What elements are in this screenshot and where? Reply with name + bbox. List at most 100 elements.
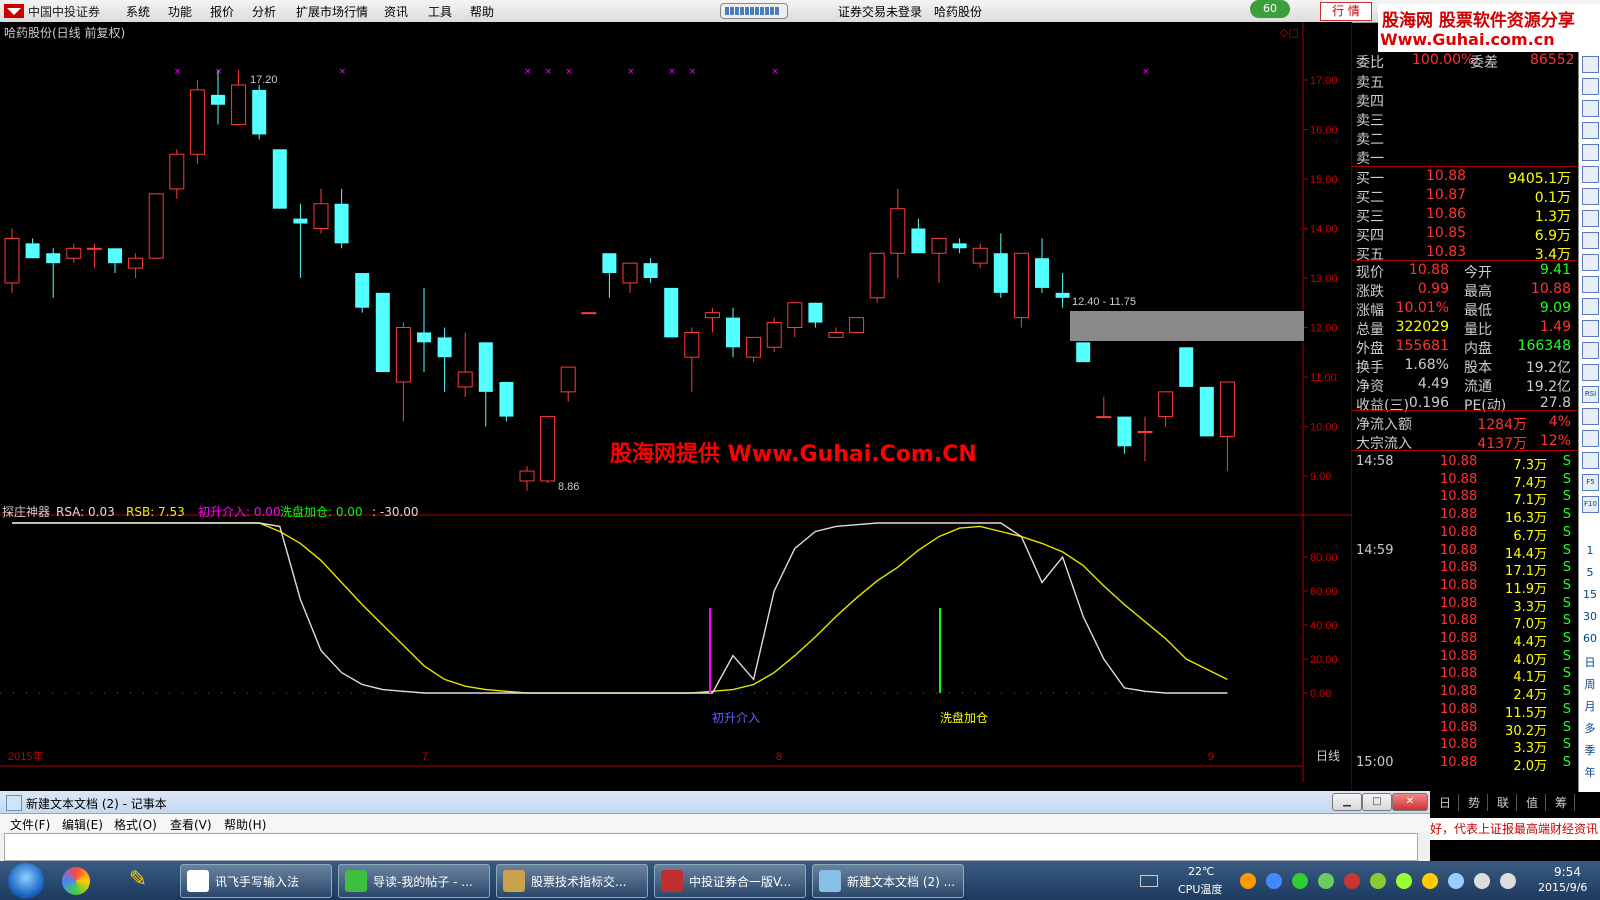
speed-badge[interactable]: 60	[1250, 0, 1290, 18]
sell-level-row[interactable]: 卖五	[1352, 72, 1577, 91]
menu-item-system[interactable]: 系统	[126, 3, 150, 20]
period-label[interactable]: 日线	[1316, 749, 1340, 763]
maximize-button[interactable]: □	[1362, 793, 1392, 811]
toolbar-tool-icon[interactable]	[1582, 56, 1599, 73]
toolbar-tool-icon[interactable]	[1582, 320, 1599, 337]
period-shortcut[interactable]: 多	[1581, 720, 1599, 736]
np-menu-view[interactable]: 查看(V)	[170, 816, 212, 833]
toolbar-tool-icon[interactable]	[1582, 122, 1599, 139]
tick-volume: 2.0万	[1513, 758, 1547, 774]
taskbar-window-button[interactable]: 导读-我的帖子 - ...	[338, 864, 490, 898]
menu-item-extended-market[interactable]: 扩展市场行情	[296, 3, 368, 20]
kline-chart[interactable]: 17.00 16.00 15.00 14.00 13.00 12.00 11.00 10.00…	[0, 22, 1352, 792]
toolbar-tool-icon[interactable]	[1582, 210, 1599, 227]
period-shortcut[interactable]: 60	[1581, 632, 1599, 645]
tick-side: S	[1562, 489, 1571, 505]
clock-date[interactable]: 2015/9/6	[1538, 881, 1587, 894]
menu-item-news[interactable]: 资讯	[384, 3, 408, 20]
toolbar-f5-label[interactable]: F5	[1582, 474, 1599, 491]
keyboard-icon[interactable]	[1140, 875, 1158, 887]
np-menu-edit[interactable]: 编辑(E)	[62, 816, 103, 833]
np-menu-help[interactable]: 帮助(H)	[224, 816, 266, 833]
toolbar-tool-icon[interactable]	[1582, 342, 1599, 359]
tab-link[interactable]: 联	[1490, 794, 1517, 811]
menu-item-help[interactable]: 帮助	[470, 3, 494, 20]
period-shortcut[interactable]: 日	[1581, 654, 1599, 670]
tray-app-icon[interactable]	[1448, 873, 1464, 889]
news-ticker[interactable]: 好，代表上证报最高端财经资讯	[1430, 818, 1600, 840]
toolbar-tool-icon[interactable]	[1582, 298, 1599, 315]
minimize-button[interactable]: ▁	[1332, 793, 1362, 811]
taskbar-window-button[interactable]: 讯飞手写输入法	[180, 864, 332, 898]
period-shortcut[interactable]: 年	[1581, 764, 1599, 780]
tick-volume: 7.3万	[1513, 458, 1547, 473]
buy-level-row[interactable]: 买四 10.85 6.9万	[1352, 225, 1577, 244]
toolbar-tool-icon[interactable]	[1582, 408, 1599, 425]
start-button[interactable]	[8, 863, 44, 899]
tick-time: 14:59	[1356, 542, 1394, 558]
tab-value[interactable]: 值	[1519, 794, 1546, 811]
toolbar-f10-label[interactable]: F10	[1582, 496, 1599, 513]
notepad-text-area[interactable]	[4, 833, 1418, 861]
buy-level-row[interactable]: 买三 10.86 1.3万	[1352, 206, 1577, 225]
toolbar-tool-icon[interactable]	[1582, 254, 1599, 271]
market-button[interactable]: 行 情	[1320, 2, 1372, 21]
period-shortcut[interactable]: 季	[1581, 742, 1599, 758]
tab-chips[interactable]: 筹	[1548, 794, 1575, 811]
menu-item-analysis[interactable]: 分析	[252, 3, 276, 20]
sell-level-row[interactable]: 卖四	[1352, 91, 1577, 110]
tray-app-icon[interactable]	[1500, 873, 1516, 889]
chart-options-icon[interactable]: ◇□	[1280, 26, 1299, 39]
toolbar-tool-icon[interactable]	[1582, 78, 1599, 95]
taskbar-window-button[interactable]: 股票技术指标交...	[496, 864, 648, 898]
period-shortcut[interactable]: 月	[1581, 698, 1599, 714]
tray-app-icon[interactable]	[1240, 873, 1256, 889]
close-button[interactable]: ✕	[1392, 793, 1428, 811]
taskbar-window-button[interactable]: 新建文本文档 (2) ...	[812, 864, 964, 898]
menu-item-tools[interactable]: 工具	[428, 3, 452, 20]
tray-app-icon[interactable]	[1344, 873, 1360, 889]
toolbar-tool-icon[interactable]	[1582, 452, 1599, 469]
period-shortcut[interactable]: 30	[1581, 610, 1599, 623]
tray-app-icon[interactable]	[1292, 873, 1308, 889]
toolbar-tool-icon[interactable]	[1582, 100, 1599, 117]
tray-app-icon[interactable]	[1318, 873, 1334, 889]
indicator-name[interactable]: 探庄神器	[2, 504, 50, 519]
np-menu-format[interactable]: 格式(O)	[114, 816, 157, 833]
tray-app-icon[interactable]	[1370, 873, 1386, 889]
period-shortcut[interactable]: 15	[1581, 588, 1599, 601]
toolbar-tool-icon[interactable]	[1582, 276, 1599, 293]
sell-level-row[interactable]: 卖一	[1352, 148, 1577, 167]
toolbar-tool-icon[interactable]	[1582, 144, 1599, 161]
taskbar-window-button[interactable]: 中投证券合一版V...	[654, 864, 806, 898]
period-shortcut[interactable]: 5	[1581, 566, 1599, 579]
login-status[interactable]: 证券交易未登录	[838, 3, 922, 20]
toolbar-tool-icon[interactable]	[1582, 232, 1599, 249]
tray-app-icon[interactable]	[1266, 873, 1282, 889]
pen-tool-icon[interactable]: ✎	[124, 867, 152, 895]
np-menu-file[interactable]: 文件(F)	[10, 816, 50, 833]
tab-day[interactable]: 日	[1432, 794, 1459, 811]
tab-trend[interactable]: 势	[1461, 794, 1488, 811]
period-shortcut[interactable]: 周	[1581, 676, 1599, 692]
tray-app-icon[interactable]	[1474, 873, 1490, 889]
buy-level-row[interactable]: 买二 10.87 0.1万	[1352, 187, 1577, 206]
toolbar-tool-icon[interactable]	[1582, 166, 1599, 183]
toolbar-tool-icon[interactable]	[1582, 430, 1599, 447]
clock-time[interactable]: 9:54	[1554, 865, 1581, 879]
toolbar-tool-icon[interactable]	[1582, 364, 1599, 381]
tray-app-icon[interactable]	[1422, 873, 1438, 889]
menu-item-function[interactable]: 功能	[168, 3, 192, 20]
buy-level-row[interactable]: 买一 10.88 9405.1万	[1352, 168, 1577, 187]
toolbar-tool-icon[interactable]	[1582, 188, 1599, 205]
notepad-titlebar[interactable]: 新建文本文档 (2) - 记事本 ▁ □ ✕	[0, 791, 1430, 814]
menu-item-quote[interactable]: 报价	[210, 3, 234, 20]
browser-icon[interactable]	[62, 867, 90, 895]
tray-app-icon[interactable]	[1396, 873, 1412, 889]
notepad-icon	[6, 795, 22, 811]
sell-level-row[interactable]: 卖二	[1352, 129, 1577, 148]
period-shortcut[interactable]: 1	[1581, 544, 1599, 557]
sell-level-row[interactable]: 卖三	[1352, 110, 1577, 129]
tick-row: 10.88 17.1万 S	[1352, 560, 1577, 579]
toolbar-rsi-label[interactable]: RSI	[1582, 386, 1599, 403]
